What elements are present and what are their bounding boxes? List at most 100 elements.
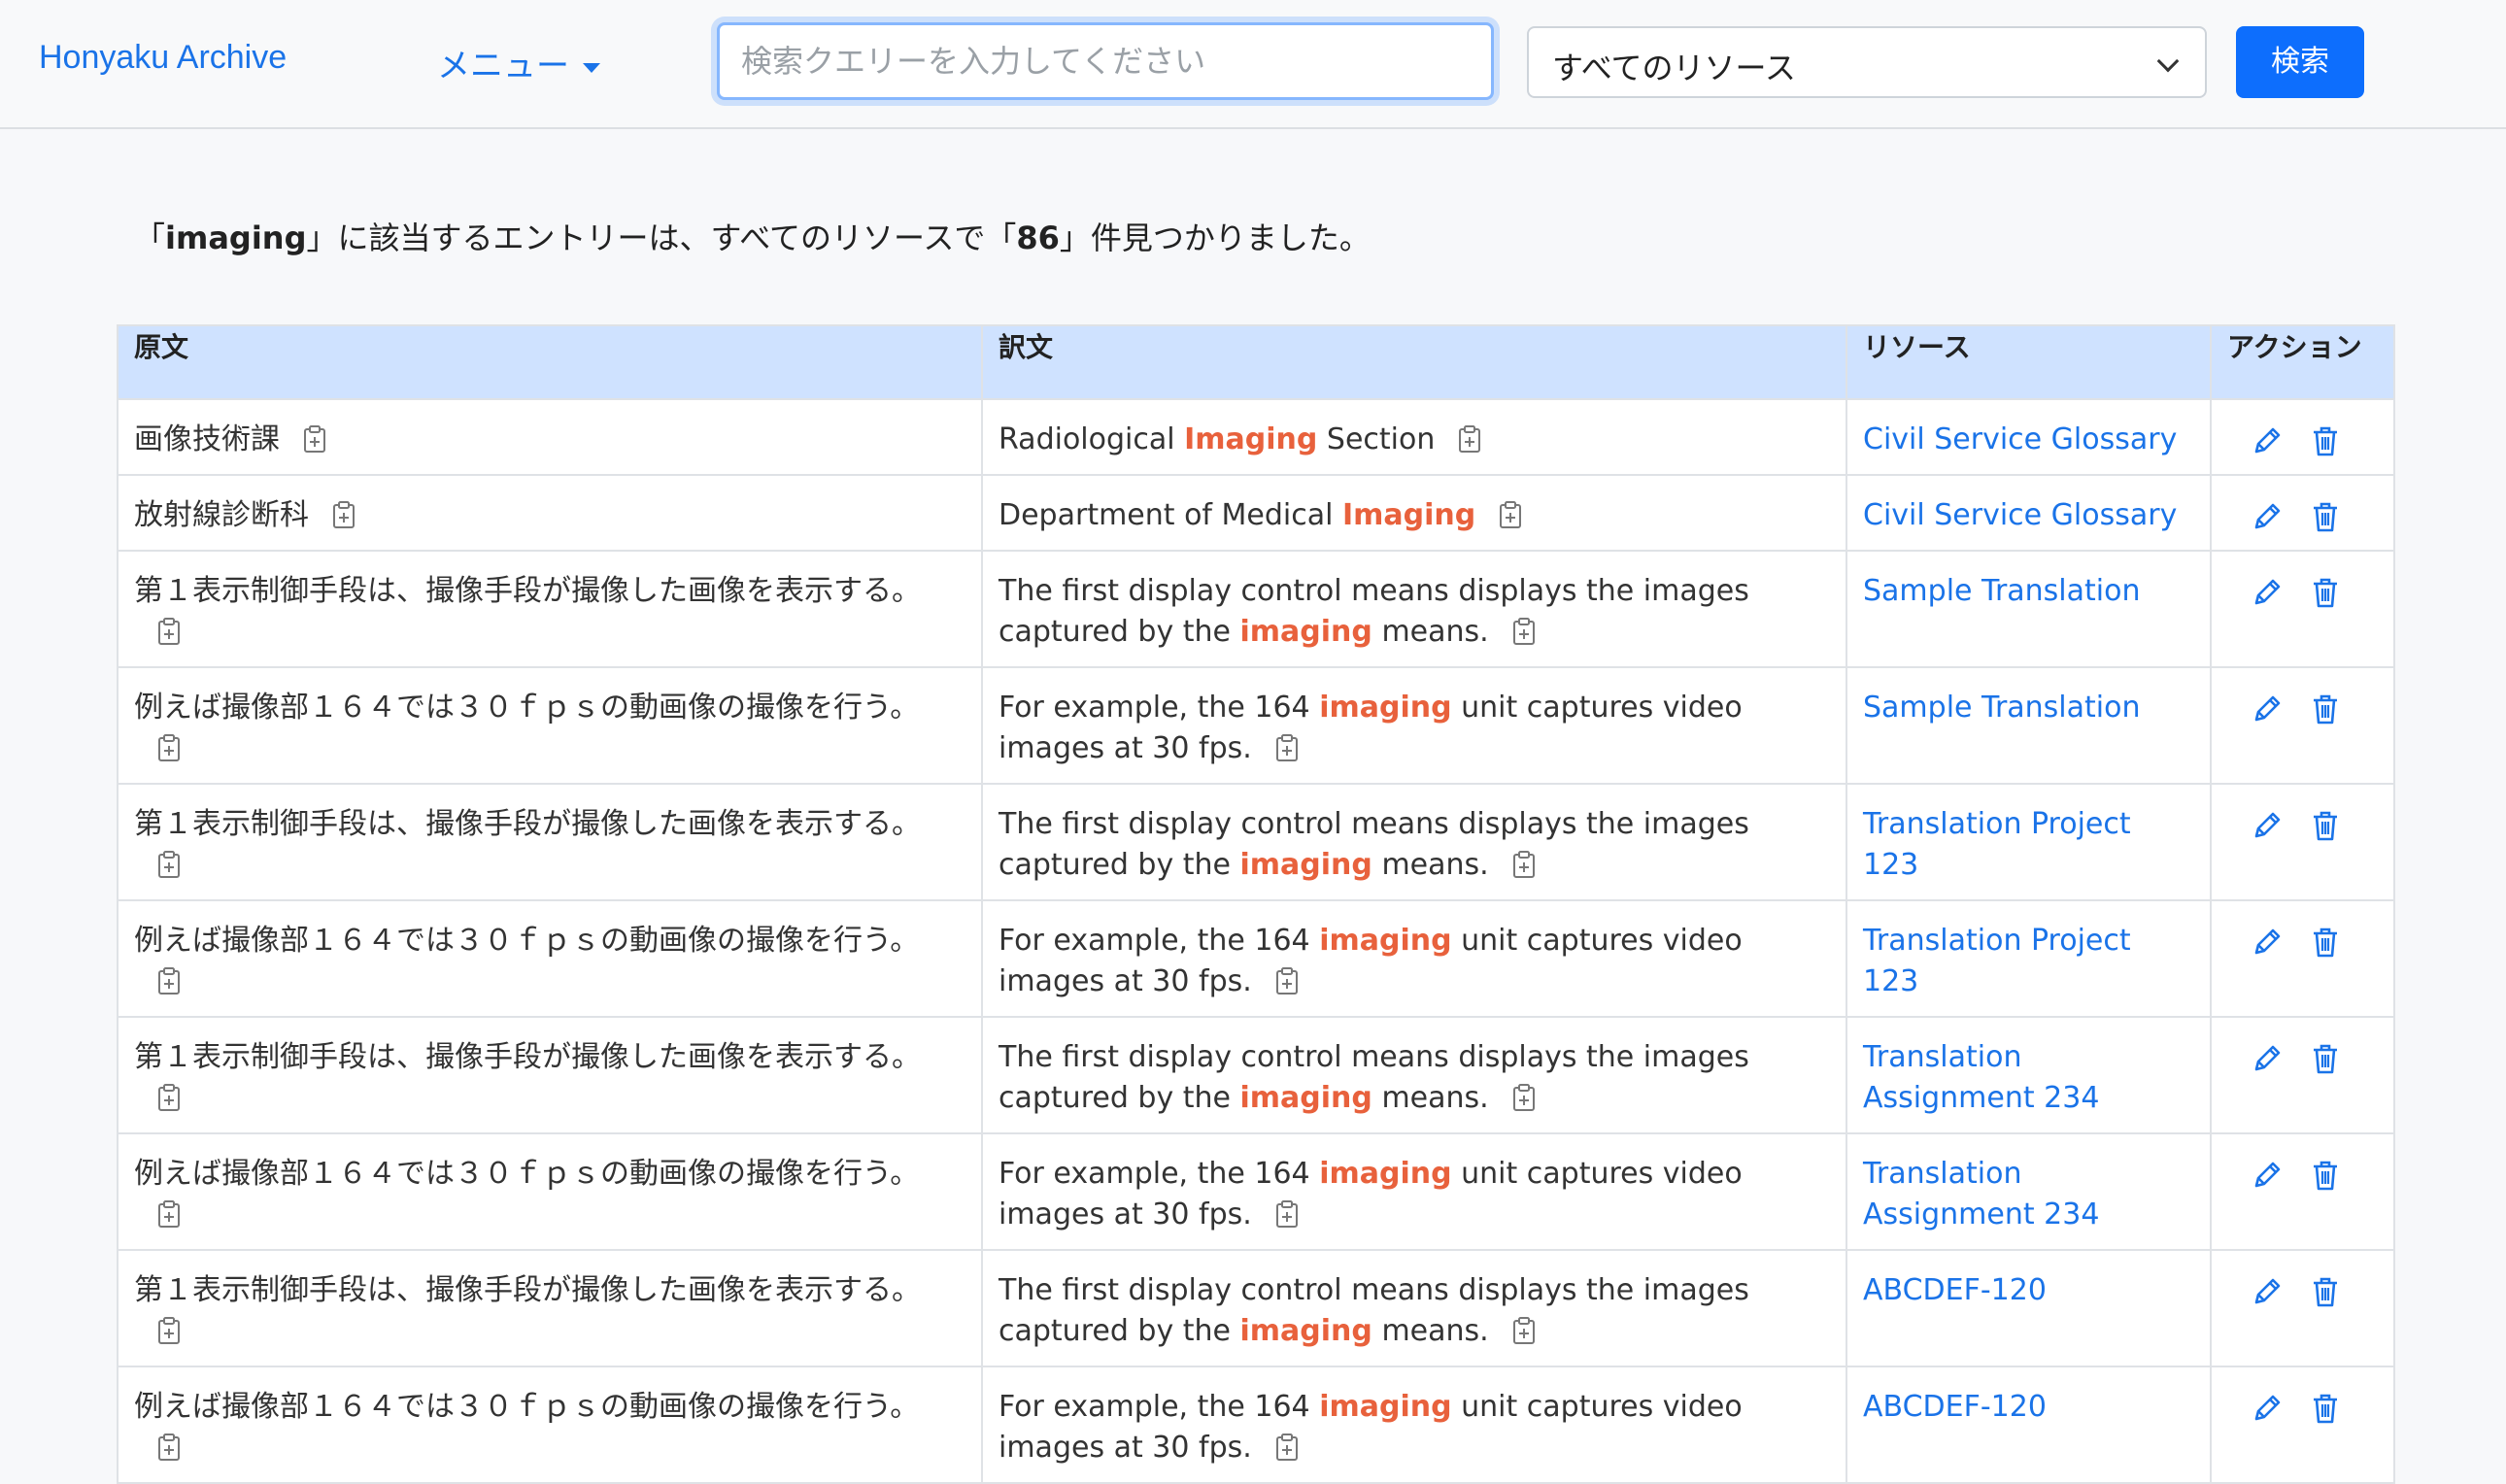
clipboard-plus-icon[interactable] [157, 617, 181, 646]
clipboard-plus-icon[interactable] [157, 1083, 181, 1112]
source-text: 第１表示制御手段は、撮像手段が撮像した画像を表示する。 [134, 1040, 921, 1074]
resource-link[interactable]: Civil Service Glossary [1863, 498, 2177, 532]
clipboard-plus-icon[interactable] [157, 733, 181, 762]
clipboard-plus-icon[interactable] [1458, 424, 1481, 454]
search-button[interactable]: 検索 [2236, 26, 2364, 98]
pencil-icon[interactable] [2251, 1159, 2284, 1192]
trash-icon[interactable] [2309, 424, 2342, 457]
caret-down-icon [583, 62, 600, 73]
resource-cell: Translation Assignment 234 [1846, 1132, 2212, 1251]
resource-cell: Translation Assignment 234 [1846, 1016, 2212, 1134]
top-navbar: Honyaku Archive メニュー すべてのリソース 検索 [0, 0, 2506, 129]
pencil-icon[interactable] [2251, 500, 2284, 533]
resource-link[interactable]: ABCDEF-120 [1863, 1273, 2047, 1307]
resource-link[interactable]: Translation Project 123 [1863, 924, 2131, 998]
target-highlight: Imaging [1184, 422, 1318, 456]
target-cell: The first display control means displays… [981, 783, 1847, 901]
target-highlight: imaging [1319, 691, 1452, 725]
target-text-before: For example, the 164 [999, 1157, 1320, 1191]
clipboard-plus-icon[interactable] [303, 424, 326, 454]
source-cell: 放射線診断科 [117, 474, 983, 552]
clipboard-plus-icon[interactable] [1275, 1199, 1299, 1229]
resource-link[interactable]: Translation Assignment 234 [1863, 1157, 2099, 1231]
actions-cell [2210, 1132, 2395, 1251]
clipboard-plus-icon[interactable] [1275, 733, 1299, 762]
trash-icon[interactable] [2309, 500, 2342, 533]
table-row: 第１表示制御手段は、撮像手段が撮像した画像を表示する。 The first dis… [117, 1016, 2395, 1134]
clipboard-plus-icon[interactable] [1512, 1316, 1536, 1345]
pencil-icon[interactable] [2251, 576, 2284, 609]
results-summary: 「imaging」に該当するエントリーは、すべてのリソースで「86」件見つかりま… [134, 214, 1371, 258]
menu-label: メニュー [437, 47, 569, 85]
source-text: 第１表示制御手段は、撮像手段が撮像した画像を表示する。 [134, 1273, 921, 1307]
clipboard-plus-icon[interactable] [332, 500, 356, 529]
target-highlight: imaging [1239, 1314, 1372, 1348]
table-header-row: 原文 訳文 リソース アクション [117, 324, 2395, 400]
clipboard-plus-icon[interactable] [157, 1316, 181, 1345]
target-highlight: imaging [1239, 848, 1372, 882]
actions-cell [2210, 1366, 2395, 1484]
trash-icon[interactable] [2309, 926, 2342, 959]
target-cell: The first display control means displays… [981, 550, 1847, 668]
source-cell: 第１表示制御手段は、撮像手段が撮像した画像を表示する。 [117, 550, 983, 668]
search-input[interactable] [717, 22, 1494, 100]
summary-prefix: 「 [134, 219, 166, 256]
target-text-after: Section [1317, 422, 1436, 456]
pencil-icon[interactable] [2251, 1392, 2284, 1425]
pencil-icon[interactable] [2251, 424, 2284, 457]
target-cell: For example, the 164 imaging unit captur… [981, 1132, 1847, 1251]
pencil-icon[interactable] [2251, 1275, 2284, 1308]
trash-icon[interactable] [2309, 692, 2342, 725]
resource-link[interactable]: Translation Project 123 [1863, 807, 2131, 882]
target-cell: The first display control means displays… [981, 1249, 1847, 1367]
clipboard-plus-icon[interactable] [157, 1199, 181, 1229]
pencil-icon[interactable] [2251, 809, 2284, 842]
source-text: 放射線診断科 [134, 498, 309, 532]
source-text: 画像技術課 [134, 422, 280, 456]
trash-icon[interactable] [2309, 576, 2342, 609]
pencil-icon[interactable] [2251, 1042, 2284, 1075]
summary-middle: 」に該当するエントリーは、すべてのリソースで「 [306, 219, 1017, 256]
clipboard-plus-icon[interactable] [1512, 617, 1536, 646]
target-highlight: imaging [1319, 924, 1452, 958]
clipboard-plus-icon[interactable] [1275, 1433, 1299, 1462]
target-text-after: means. [1372, 1081, 1489, 1115]
brand-link[interactable]: Honyaku Archive [39, 39, 287, 77]
actions-cell [2210, 783, 2395, 901]
resource-link[interactable]: Translation Assignment 234 [1863, 1040, 2099, 1115]
trash-icon[interactable] [2309, 1042, 2342, 1075]
trash-icon[interactable] [2309, 1275, 2342, 1308]
menu-dropdown[interactable]: メニュー [437, 39, 600, 86]
clipboard-plus-icon[interactable] [1499, 500, 1522, 529]
resource-cell: ABCDEF-120 [1846, 1366, 2212, 1484]
pencil-icon[interactable] [2251, 926, 2284, 959]
clipboard-plus-icon[interactable] [1512, 1083, 1536, 1112]
clipboard-plus-icon[interactable] [157, 1433, 181, 1462]
target-cell: Department of Medical Imaging [981, 474, 1847, 552]
resource-link[interactable]: Civil Service Glossary [1863, 422, 2177, 456]
clipboard-plus-icon[interactable] [1275, 966, 1299, 995]
summary-count: 86 [1016, 219, 1060, 256]
clipboard-plus-icon[interactable] [157, 850, 181, 879]
resource-link[interactable]: ABCDEF-120 [1863, 1390, 2047, 1424]
target-highlight: imaging [1239, 1081, 1372, 1115]
trash-icon[interactable] [2309, 809, 2342, 842]
clipboard-plus-icon[interactable] [1512, 850, 1536, 879]
actions-cell [2210, 1016, 2395, 1134]
trash-icon[interactable] [2309, 1159, 2342, 1192]
target-text-before: Radiological [999, 422, 1185, 456]
target-highlight: Imaging [1342, 498, 1476, 532]
resource-link[interactable]: Sample Translation [1863, 691, 2140, 725]
source-cell: 例えば撮像部１６４では３０ｆｐｓの動画像の撮像を行う。 [117, 1132, 983, 1251]
actions-cell [2210, 474, 2395, 552]
resource-link[interactable]: Sample Translation [1863, 574, 2140, 608]
target-cell: For example, the 164 imaging unit captur… [981, 666, 1847, 785]
resource-select[interactable]: すべてのリソース [1527, 26, 2207, 98]
resource-cell: Translation Project 123 [1846, 899, 2212, 1018]
clipboard-plus-icon[interactable] [157, 966, 181, 995]
target-text-before: For example, the 164 [999, 924, 1320, 958]
table-row: 放射線診断科 Department of Medical Imaging Civil… [117, 474, 2395, 552]
trash-icon[interactable] [2309, 1392, 2342, 1425]
source-text: 第１表示制御手段は、撮像手段が撮像した画像を表示する。 [134, 807, 921, 841]
pencil-icon[interactable] [2251, 692, 2284, 725]
